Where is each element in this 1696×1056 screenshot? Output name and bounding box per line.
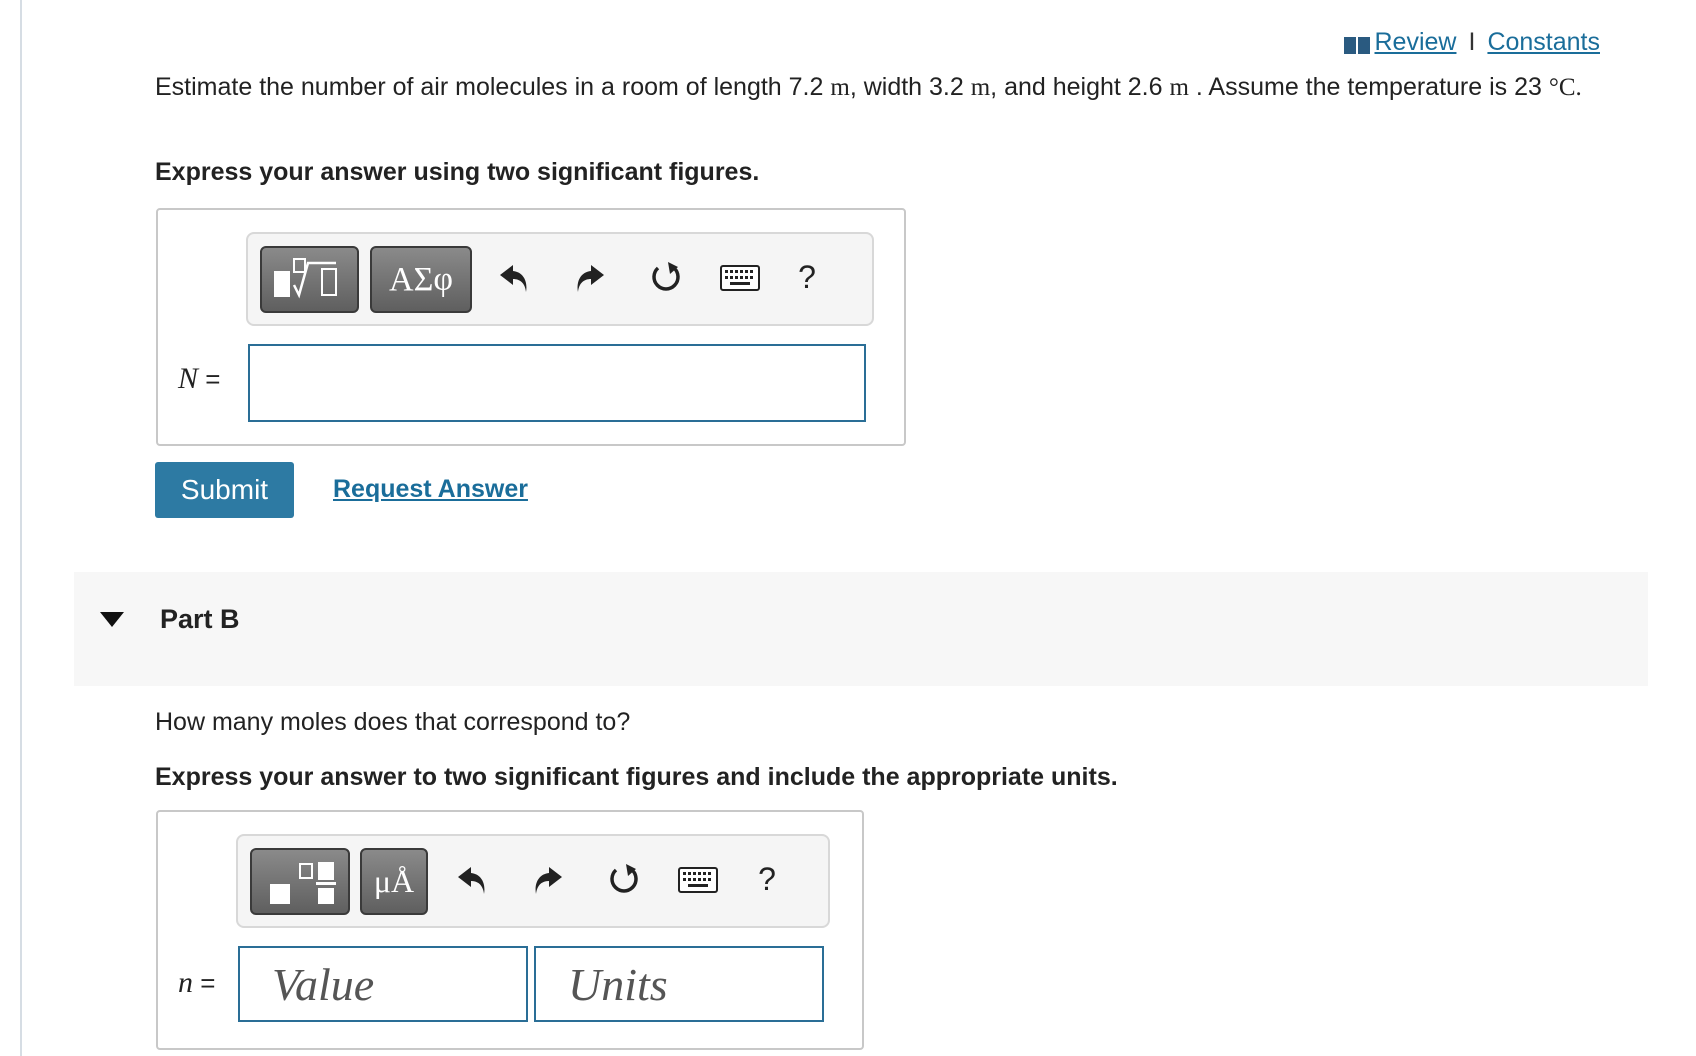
part-b-answer-box: μÅ ? n = Value Units bbox=[156, 810, 864, 1050]
redo-icon[interactable] bbox=[570, 256, 610, 300]
keyboard-icon[interactable] bbox=[718, 260, 762, 296]
fraction-icon[interactable] bbox=[250, 848, 350, 915]
redo-icon[interactable] bbox=[528, 858, 568, 902]
undo-icon[interactable] bbox=[494, 256, 534, 300]
help-icon[interactable]: ? bbox=[752, 854, 782, 904]
part-b-math-toolbar: μÅ ? bbox=[236, 834, 830, 928]
part-b-variable-label: n = bbox=[178, 966, 216, 999]
part-a-math-toolbar: ΑΣφ ? bbox=[246, 232, 874, 326]
review-link[interactable]: Review bbox=[1375, 28, 1457, 57]
help-icon[interactable]: ? bbox=[792, 252, 822, 302]
constants-link[interactable]: Constants bbox=[1487, 28, 1600, 57]
value-placeholder: Value bbox=[272, 959, 375, 1010]
left-border bbox=[20, 0, 22, 1056]
part-b-question: How many moles does that correspond to? bbox=[155, 708, 631, 736]
reset-icon[interactable] bbox=[644, 256, 688, 300]
part-a-variable-label: N = bbox=[178, 362, 221, 395]
value-input[interactable]: Value bbox=[238, 946, 528, 1022]
greek-letters-icon[interactable]: ΑΣφ bbox=[370, 246, 472, 313]
part-a-answer-input[interactable] bbox=[248, 344, 866, 422]
template-icon[interactable] bbox=[260, 246, 359, 313]
problem-statement: Estimate the number of air molecules in … bbox=[155, 73, 1582, 101]
part-a-instruction: Express your answer using two significan… bbox=[155, 158, 760, 186]
part-b-title: Part B bbox=[160, 604, 240, 634]
part-a-answer-box: ΑΣφ ? N = bbox=[156, 208, 906, 446]
request-answer-link[interactable]: Request Answer bbox=[333, 475, 528, 504]
keyboard-icon[interactable] bbox=[676, 862, 720, 898]
collapse-caret-icon[interactable] bbox=[100, 612, 124, 627]
units-input[interactable]: Units bbox=[534, 946, 824, 1022]
submit-button[interactable]: Submit bbox=[155, 462, 294, 518]
reset-icon[interactable] bbox=[602, 858, 646, 902]
header-links: Review I Constants bbox=[1343, 28, 1600, 57]
part-b-instruction: Express your answer to two significant f… bbox=[155, 763, 1118, 791]
part-b-header[interactable] bbox=[74, 572, 1648, 686]
units-icon[interactable]: μÅ bbox=[360, 848, 428, 915]
book-icon bbox=[1343, 33, 1371, 54]
link-separator: I bbox=[1468, 28, 1476, 56]
units-placeholder: Units bbox=[568, 959, 668, 1010]
undo-icon[interactable] bbox=[452, 858, 492, 902]
